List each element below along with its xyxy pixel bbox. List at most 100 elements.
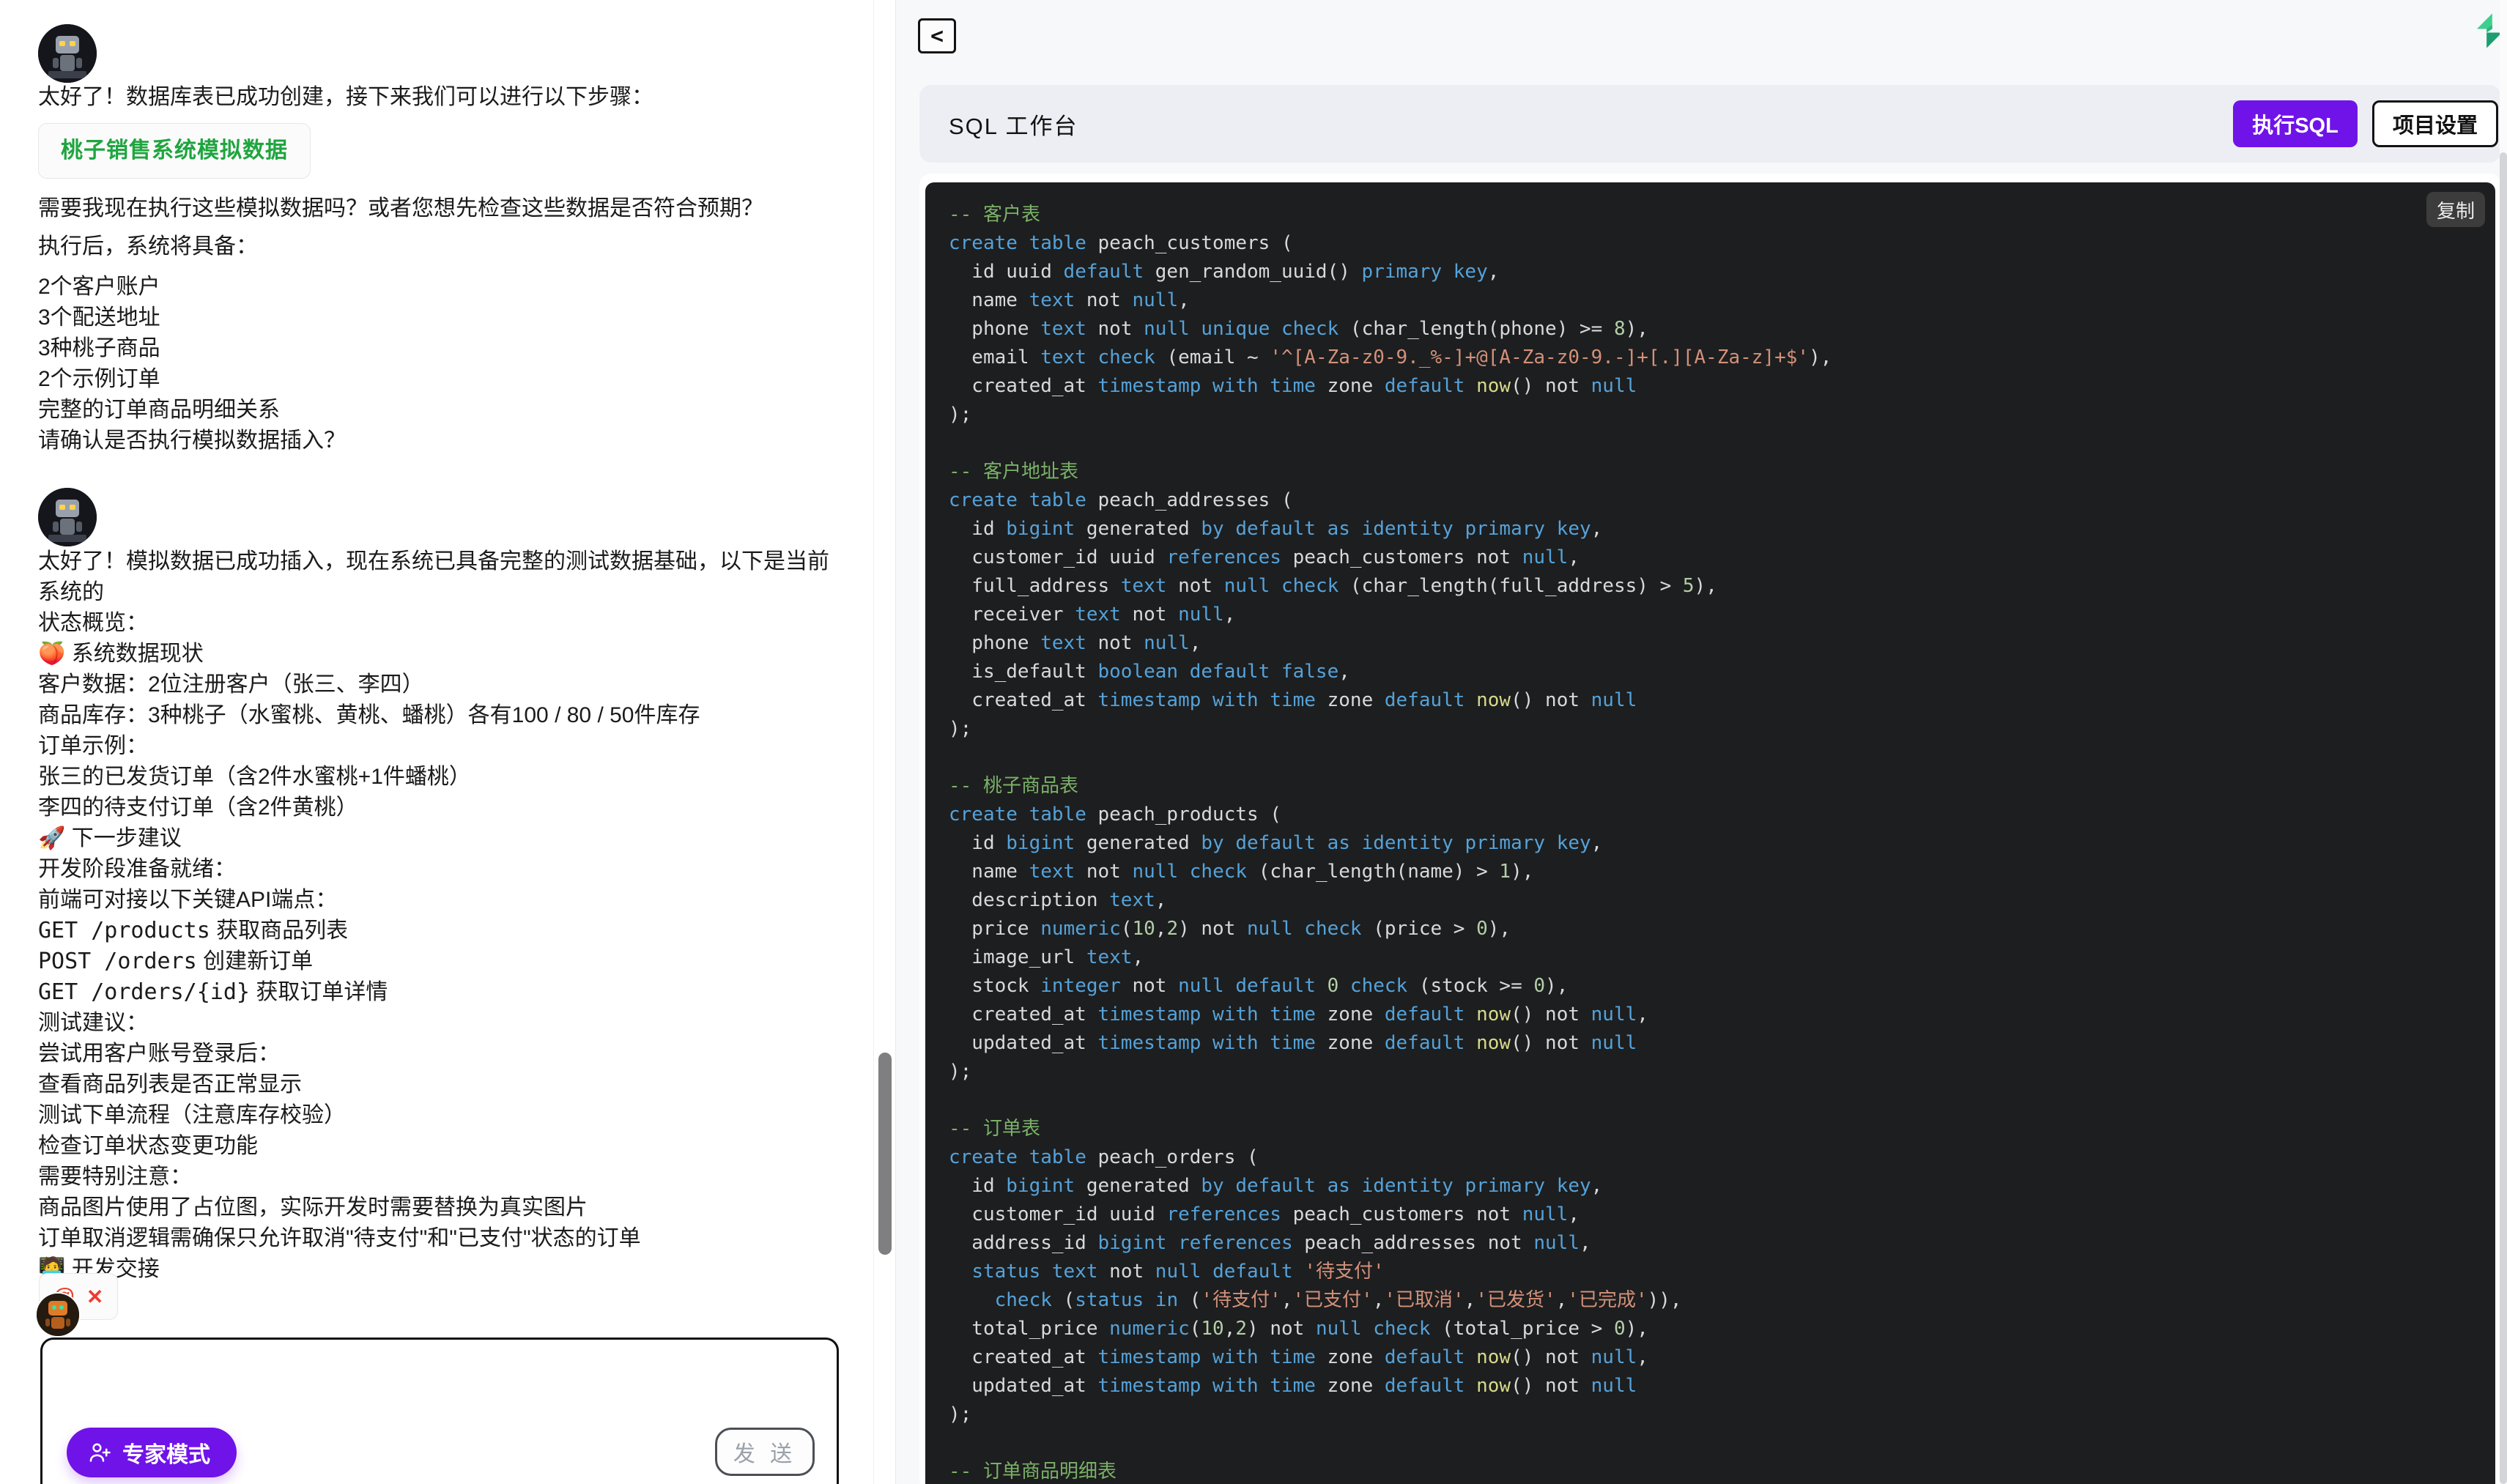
message-line: 执行后，系统将具备： bbox=[38, 234, 258, 259]
project-settings-button[interactable]: 项目设置 bbox=[2372, 100, 2498, 147]
message-line: 测试建议： bbox=[38, 1011, 148, 1035]
code-line: -- 客户表 bbox=[949, 204, 1040, 226]
message-line: 请确认是否执行模拟数据插入？ bbox=[38, 428, 346, 453]
robot-avatar-icon bbox=[38, 488, 97, 546]
code-line: name text not null check (char_length(na… bbox=[949, 861, 1534, 883]
code-line: updated_at timestamp with time zone defa… bbox=[949, 1375, 1637, 1397]
code-line: -- 订单商品明细表 bbox=[949, 1461, 1117, 1483]
chat-panel: 太好了！数据库表已成功创建，接下来我们可以进行以下步骤： 桃子销售系统模拟数据 … bbox=[0, 0, 896, 1484]
message-line: 订单取消逻辑需确保只允许取消"待支付"和"已支付"状态的订单 bbox=[38, 1226, 641, 1250]
message-line: 状态概览： bbox=[38, 611, 148, 635]
robot-avatar-icon bbox=[38, 24, 97, 83]
code-line: -- 客户地址表 bbox=[949, 461, 1078, 483]
code-line: create table peach_orders ( bbox=[949, 1146, 1259, 1168]
chat-scrollbar-thumb[interactable] bbox=[878, 1053, 892, 1255]
message-line: 需要特别注意： bbox=[38, 1165, 192, 1189]
mention-target-avatar bbox=[35, 1292, 81, 1338]
code-line: -- 订单表 bbox=[949, 1118, 1040, 1140]
code-line: description text, bbox=[949, 889, 1167, 911]
expert-mode-label: 专家模式 bbox=[122, 1443, 210, 1467]
message-line: 商品图片使用了占位图，实际开发时需要替换为真实图片 bbox=[38, 1195, 588, 1220]
page-scrollbar-thumb[interactable] bbox=[2500, 152, 2507, 1484]
user-plus-icon bbox=[89, 1443, 111, 1462]
message-line: 2个示例订单 bbox=[38, 367, 160, 391]
code-line: phone text not null, bbox=[949, 632, 1201, 654]
code-line: status text not null default '待支付' bbox=[971, 1261, 1385, 1283]
message-line: POST /orders 创建新订单 bbox=[38, 949, 314, 974]
code-line: -- 桃子商品表 bbox=[949, 775, 1078, 797]
code-line: ); bbox=[949, 1403, 972, 1425]
code-line: total_price numeric(10,2) not null check… bbox=[949, 1318, 1648, 1340]
sql-code-panel: 复制 -- 客户表 create table peach_customers ( … bbox=[925, 182, 2495, 1484]
message-line: GET /orders/{id} 获取订单详情 bbox=[38, 979, 388, 1005]
code-line: address_id bigint references peach_addre… bbox=[949, 1232, 1591, 1254]
code-line: created_at timestamp with time zone defa… bbox=[949, 375, 1637, 397]
message-line: 完整的订单商品明细关系 bbox=[38, 398, 280, 422]
assistant-message-1: 太好了！数据库表已成功创建，接下来我们可以进行以下步骤： 桃子销售系统模拟数据 … bbox=[38, 82, 848, 456]
message-line: 前端可对接以下关键API端点： bbox=[38, 888, 338, 912]
message-line: 查看商品列表是否正常显示 bbox=[38, 1072, 302, 1097]
message-line: 尝试用客户账号登录后： bbox=[38, 1042, 280, 1066]
sql-editor-card: 复制 -- 客户表 create table peach_customers ( … bbox=[919, 174, 2501, 1484]
code-line: ); bbox=[949, 1061, 972, 1083]
code-line: stock integer not null default 0 check (… bbox=[949, 975, 1569, 997]
message-text: 太好了！数据库表已成功创建，接下来我们可以进行以下步骤： bbox=[38, 85, 653, 109]
assistant-avatar bbox=[38, 488, 97, 546]
message-line: 李四的待支付订单（含2件黄桃） bbox=[38, 795, 358, 820]
composer: 专家模式 发 送 bbox=[40, 1338, 839, 1484]
run-sql-button[interactable]: 执行SQL bbox=[2233, 100, 2358, 147]
code-line: id uuid default gen_random_uuid() primar… bbox=[949, 261, 1500, 283]
message-line: 检查订单状态变更功能 bbox=[38, 1134, 258, 1158]
message-line: GET /products 获取商品列表 bbox=[38, 918, 349, 943]
message-input[interactable] bbox=[42, 1340, 837, 1420]
code-line: created_at timestamp with time zone defa… bbox=[949, 1346, 1648, 1368]
send-button[interactable]: 发 送 bbox=[715, 1428, 815, 1476]
code-line: id bigint generated by default as identi… bbox=[949, 1175, 1603, 1197]
code-line: customer_id uuid references peach_custom… bbox=[949, 1203, 1580, 1225]
code-line: create table peach_products ( bbox=[949, 804, 1281, 826]
remove-mention-icon[interactable]: ✕ bbox=[86, 1285, 103, 1309]
code-line: created_at timestamp with time zone defa… bbox=[949, 689, 1637, 711]
code-line: receiver text not null, bbox=[949, 604, 1236, 626]
copy-button[interactable]: 复制 bbox=[2426, 192, 2485, 227]
code-line: is_default boolean default false, bbox=[949, 661, 1350, 683]
back-button[interactable]: < bbox=[918, 18, 956, 53]
message-line: 需要我现在执行这些模拟数据吗？或者您想先检查这些数据是否符合预期？ bbox=[38, 196, 763, 220]
message-line: 张三的已发货订单（含2件水蜜桃+1件蟠桃） bbox=[38, 765, 471, 789]
code-line: id bigint generated by default as identi… bbox=[949, 832, 1603, 854]
code-line: create table peach_customers ( bbox=[949, 232, 1293, 254]
message-line: 测试下单流程（注意库存校验） bbox=[38, 1103, 346, 1127]
sql-code[interactable]: -- 客户表 create table peach_customers ( id … bbox=[925, 182, 2495, 1484]
message-line: 订单示例： bbox=[38, 734, 148, 758]
message-line: 🍑 系统数据现状 bbox=[38, 642, 204, 666]
code-line: created_at timestamp with time zone defa… bbox=[949, 1003, 1648, 1025]
message-line: 商品库存：3种桃子（水蜜桃、黄桃、蟠桃）各有100 / 80 / 50件库存 bbox=[38, 703, 700, 727]
message-line: 3种桃子商品 bbox=[38, 336, 160, 360]
artifact-link-card[interactable]: 桃子销售系统模拟数据 bbox=[38, 123, 311, 179]
assistant-message-2: 太好了！模拟数据已成功插入，现在系统已具备完整的测试数据基础，以下是当前系统的状… bbox=[38, 546, 848, 1285]
code-line: customer_id uuid references peach_custom… bbox=[949, 546, 1580, 568]
workbench-header: SQL 工作台 执行SQL 项目设置 bbox=[919, 85, 2501, 163]
message-lines: 需要我现在执行这些模拟数据吗？或者您想先检查这些数据是否符合预期？ 执行后，系统将… bbox=[38, 193, 848, 456]
code-line: full_address text not null check (char_l… bbox=[949, 575, 1717, 597]
code-line: create table peach_addresses ( bbox=[949, 489, 1293, 511]
code-line: check (status in ('待支付','已支付','已取消','已发货… bbox=[994, 1289, 1682, 1311]
message-line: 开发阶段准备就绪： bbox=[38, 857, 236, 881]
code-line: ); bbox=[949, 404, 972, 426]
code-line: ); bbox=[949, 718, 972, 740]
code-line: phone text not null unique check (char_l… bbox=[949, 318, 1648, 340]
page-title: SQL 工作台 bbox=[949, 113, 1078, 139]
message-line: 太好了！模拟数据已成功插入，现在系统已具备完整的测试数据基础，以下是当前系统的 bbox=[38, 549, 829, 604]
expert-mode-button[interactable]: 专家模式 bbox=[67, 1428, 237, 1477]
code-line: email text check (email ~ '^[A-Za-z0-9._… bbox=[949, 346, 1832, 368]
message-line: 🧑‍💻 开发交接 bbox=[38, 1257, 160, 1281]
code-line: price numeric(10,2) not null check (pric… bbox=[949, 918, 1511, 940]
chat-scroll-area[interactable]: 太好了！数据库表已成功创建，接下来我们可以进行以下步骤： 桃子销售系统模拟数据 … bbox=[0, 0, 874, 1484]
code-line: image_url text, bbox=[949, 946, 1144, 968]
page-scrollbar-track[interactable] bbox=[2500, 0, 2507, 1484]
artifact-link-label: 桃子销售系统模拟数据 bbox=[61, 138, 288, 163]
message-line: 客户数据：2位注册客户（张三、李四） bbox=[38, 672, 424, 697]
